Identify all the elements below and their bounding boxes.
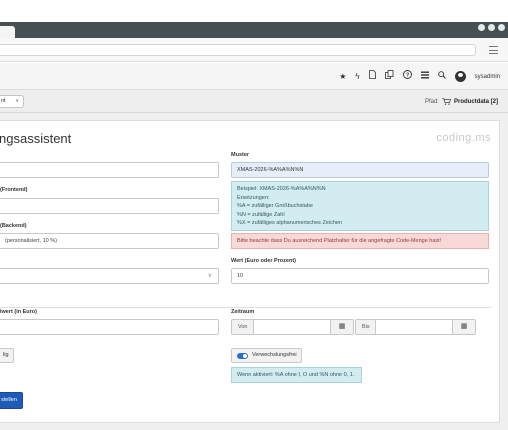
copy-icon[interactable]	[384, 70, 394, 83]
backend-input[interactable]: (personalisiert, 10 %)	[0, 233, 219, 249]
info-line: %A = zufälliger Großbuchstabe	[237, 203, 313, 209]
username-label[interactable]: sysadmin	[475, 74, 500, 80]
calendar-icon[interactable]: ▦	[330, 319, 354, 335]
breadcrumb: Pfad: Productdata [2]	[425, 98, 498, 105]
star-icon[interactable]: ★	[339, 70, 346, 83]
verwechslungsfrei-label: Verwechslungsfrei	[252, 352, 297, 358]
wizard-card: ngsassistent coding.ms (Frontend) (Backe…	[0, 120, 500, 423]
wert-label: Wert (Euro oder Prozent)	[231, 258, 296, 264]
frontend-input[interactable]	[0, 198, 219, 214]
info-line: %N = zufällige Zahl	[237, 211, 285, 218]
muster-label: Muster	[231, 152, 250, 158]
window-minimize-button[interactable]	[478, 24, 485, 31]
bolt-icon[interactable]: ϟ	[355, 70, 359, 83]
muster-input[interactable]: XMAS-2026-%A%A%N%N	[231, 162, 489, 178]
left-toggle-button[interactable]: lig	[0, 348, 14, 363]
user-icon[interactable]	[454, 71, 466, 82]
min-value-input[interactable]	[0, 319, 219, 335]
svg-text:?: ?	[405, 73, 409, 79]
language-select[interactable]: nt ∨	[0, 95, 24, 108]
search-icon[interactable]	[437, 70, 446, 83]
module-content: ngsassistent coding.ms (Frontend) (Backe…	[0, 113, 508, 430]
language-select-value: nt	[1, 98, 6, 104]
path-value[interactable]: Productdata [2]	[454, 99, 498, 105]
min-value-label: lwert (in Euro)	[0, 309, 37, 315]
cart-icon	[442, 98, 451, 105]
placeholder-warning: Bitte beachte dass Du ausreichend Platzh…	[231, 233, 489, 249]
chevron-down-icon: ∨	[207, 273, 212, 279]
left-field-1-input[interactable]	[0, 162, 219, 178]
wert-input[interactable]: 10	[231, 268, 489, 284]
section-divider	[0, 307, 492, 308]
address-bar-row	[0, 38, 508, 62]
browser-tab[interactable]	[0, 26, 15, 38]
muster-info-box: Beispiel: XMAS-2026-%A%A%N%N Ersetzungen…	[231, 181, 489, 231]
url-input[interactable]	[0, 44, 476, 56]
backend-topbar: ★ ϟ ? sysadmin	[0, 63, 508, 90]
browser-menu-icon[interactable]	[489, 46, 498, 54]
path-label: Pfad:	[424, 98, 439, 105]
bis-date-input[interactable]	[375, 319, 453, 335]
topbar-toolbar: ★ ϟ ? sysadmin	[339, 70, 500, 83]
page-title: ngsassistent	[0, 131, 72, 146]
list-icon[interactable]	[420, 70, 429, 83]
calendar-icon[interactable]: ▦	[452, 319, 476, 335]
help-icon[interactable]: ?	[402, 70, 412, 83]
zeitraum-label: Zeitraum	[231, 309, 255, 315]
coding-ms-logo: coding.ms	[436, 132, 491, 144]
window-maximize-button[interactable]	[488, 24, 495, 31]
doc-header: nt ∨ Pfad: Productdata [2]	[0, 90, 508, 113]
chevron-down-icon: ∨	[15, 98, 19, 104]
toggle-switch-icon	[237, 352, 248, 359]
info-line: %X = zufälliges alphanumerisches Zeichen	[237, 220, 343, 226]
window-close-button[interactable]	[498, 24, 505, 31]
von-addon: Von	[231, 319, 254, 335]
window-controls	[478, 24, 505, 31]
bis-addon: Bis	[355, 319, 376, 335]
frontend-label: (Frontend)	[0, 187, 28, 193]
submit-button[interactable]: stellen	[0, 392, 23, 409]
file-icon[interactable]	[368, 70, 376, 83]
info-line: Ersetzungen:	[237, 194, 270, 201]
backend-label: (Backend)	[0, 223, 27, 229]
verwechslungsfrei-info: Wenn aktiviert: %A ohne I, O und %N ohne…	[231, 367, 362, 383]
type-select[interactable]: ∨	[0, 268, 219, 284]
left-toggle-label: lig	[3, 352, 9, 358]
verwechslungsfrei-toggle[interactable]: Verwechslungsfrei	[231, 348, 302, 363]
window-titlebar	[0, 22, 508, 38]
von-date-input[interactable]	[253, 319, 331, 335]
info-line: Beispiel: XMAS-2026-%A%A%N%N	[237, 186, 326, 192]
